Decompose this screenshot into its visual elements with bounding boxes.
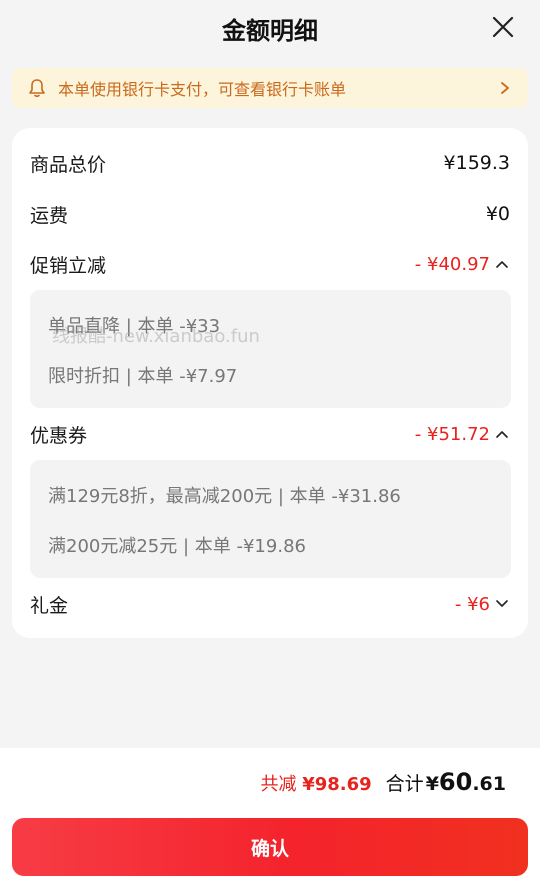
- notice-text: 本单使用银行卡支付，可查看银行卡账单: [58, 80, 347, 99]
- saved-amount: ¥98.69: [302, 774, 372, 795]
- goods-total-value: ¥159.3: [443, 152, 510, 174]
- chevron-up-icon: [496, 257, 510, 271]
- price-summary: 共减 ¥98.69 合计 ¥ 60 .61: [260, 768, 506, 802]
- chevron-up-icon: [496, 427, 510, 441]
- promo-detail-panel: 单品直降 | 本单 -¥33 限时折扣 | 本单 -¥7.97: [30, 290, 511, 408]
- total-decimal: .61: [472, 773, 506, 795]
- coupon-label: 优惠券: [30, 424, 88, 447]
- close-icon: [492, 16, 514, 38]
- gift-value[interactable]: - ¥6: [455, 594, 510, 615]
- promo-row[interactable]: 促销立减 - ¥40.97: [30, 249, 510, 279]
- gift-row[interactable]: 礼金 - ¥6: [30, 589, 510, 619]
- chevron-right-icon: [500, 81, 514, 95]
- gift-label: 礼金: [30, 594, 69, 617]
- coupon-detail-line: 满129元8折，最高减200元 | 本单 -¥31.86: [48, 486, 401, 507]
- gift-amount: - ¥6: [454, 593, 490, 615]
- header: 金额明细: [0, 0, 540, 56]
- total-currency: ¥: [425, 773, 439, 795]
- amount-detail-card: 商品总价 ¥159.3 运费 ¥0 促销立减 - ¥40.97 单品直降 | 本…: [12, 128, 528, 638]
- close-button[interactable]: [490, 14, 516, 40]
- goods-total-label: 商品总价: [30, 153, 107, 176]
- total-saved: 共减 ¥98.69: [260, 770, 371, 796]
- promo-detail-line: 限时折扣 | 本单 -¥7.97: [48, 366, 238, 387]
- total-integer: 60: [438, 768, 473, 796]
- watermark: 线报酷-new.xianbao.fun: [52, 326, 260, 347]
- saved-label: 共减: [260, 774, 297, 795]
- coupon-detail-panel: 满129元8折，最高减200元 | 本单 -¥31.86 满200元减25元 |…: [30, 460, 511, 578]
- coupon-amount: - ¥51.72: [414, 423, 490, 445]
- total-label: 合计: [385, 773, 424, 795]
- promo-label: 促销立减: [30, 254, 107, 277]
- footer-bar: 共减 ¥98.69 合计 ¥ 60 .61 确认: [0, 748, 540, 888]
- promo-value[interactable]: - ¥40.97: [415, 254, 510, 275]
- coupon-value[interactable]: - ¥51.72: [415, 424, 510, 445]
- shipping-value: ¥0: [485, 203, 510, 225]
- confirm-button[interactable]: 确认: [12, 818, 528, 876]
- coupon-row[interactable]: 优惠券 - ¥51.72: [30, 419, 510, 449]
- shipping-label: 运费: [30, 204, 69, 227]
- shipping-row: 运费 ¥0: [30, 199, 510, 229]
- bell-icon: [28, 78, 48, 98]
- coupon-detail-line: 满200元减25元 | 本单 -¥19.86: [48, 536, 306, 557]
- bank-card-notice[interactable]: 本单使用银行卡支付，可查看银行卡账单: [12, 68, 528, 108]
- promo-amount: - ¥40.97: [414, 253, 490, 275]
- chevron-down-icon: [496, 597, 510, 611]
- goods-total-row: 商品总价 ¥159.3: [30, 148, 510, 178]
- page-title: 金额明细: [222, 16, 318, 45]
